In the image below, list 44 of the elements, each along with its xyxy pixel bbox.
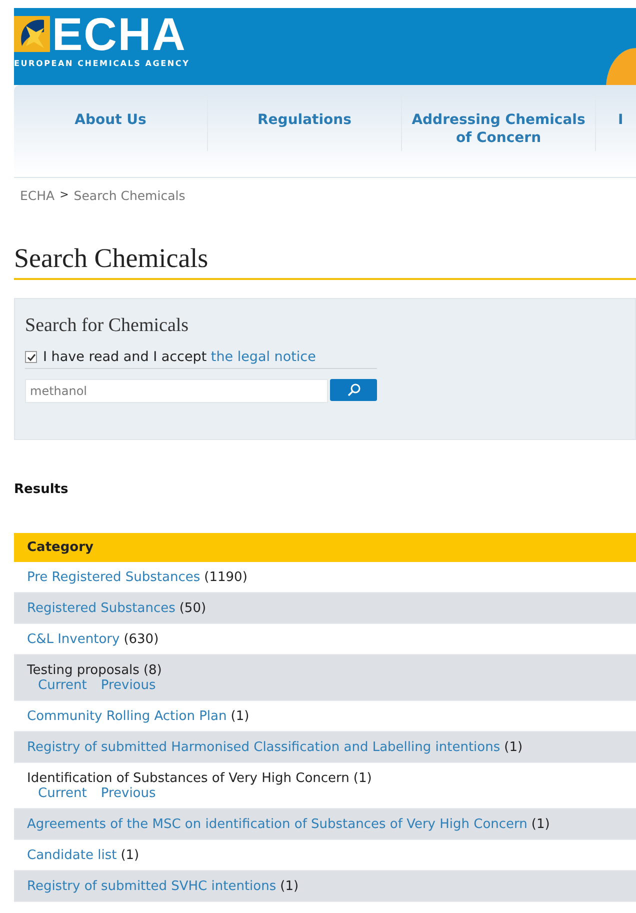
logo-text[interactable]: ECHA xyxy=(52,12,186,56)
breadcrumb-link[interactable]: ECHA xyxy=(20,188,55,203)
page-title: Search Chemicals xyxy=(14,243,636,280)
category-link[interactable]: Candidate list xyxy=(27,848,117,862)
nav-link[interactable]: About Us xyxy=(14,95,208,151)
result-count: (1) xyxy=(504,740,523,754)
category-name: Testing proposals xyxy=(27,662,140,678)
search-button[interactable] xyxy=(330,379,377,401)
category-link[interactable]: Community Rolling Action Plan xyxy=(27,708,227,724)
category-link[interactable]: Pre Registered Substances xyxy=(27,570,200,584)
result-count: (50) xyxy=(179,600,206,616)
result-count: (1) xyxy=(353,770,372,786)
sub-link[interactable]: Current xyxy=(38,786,87,800)
logo-icon xyxy=(14,16,50,52)
result-count: (1) xyxy=(120,848,140,862)
nav-link[interactable]: Addressing Chemicals of Concern xyxy=(402,95,596,151)
results-heading: Results xyxy=(14,482,70,497)
category-link[interactable]: Registry of submitted SVHC intentions xyxy=(27,878,276,894)
category-link[interactable]: Agreements of the MSC on identification of Substances of Very High Concern xyxy=(27,816,528,832)
breadcrumb-link[interactable]: Search Chemicals xyxy=(74,188,186,203)
accept-label: I have read and I accept the legal notice xyxy=(43,349,316,365)
sub-link[interactable]: Previous xyxy=(100,678,156,692)
sub-link[interactable]: Current xyxy=(38,678,87,692)
result-count: (1) xyxy=(280,878,299,894)
category-link[interactable]: Registered Substances xyxy=(27,600,176,616)
breadcrumb-separator: > xyxy=(60,188,69,203)
panel-title: Search for Chemicals xyxy=(25,315,190,337)
column-header: Category xyxy=(14,533,636,562)
legal-notice-link[interactable]: the legal notice xyxy=(210,349,316,365)
nav-link[interactable]: Regulations xyxy=(208,95,402,151)
logo-subtitle: EUROPEAN CHEMICALS AGENCY xyxy=(14,59,190,68)
sub-link[interactable]: Previous xyxy=(100,786,156,800)
result-count: (1) xyxy=(531,816,550,832)
accept-checkbox[interactable] xyxy=(25,351,37,363)
category-name: Identification of Substances of Very High Concern xyxy=(27,770,350,786)
category-link[interactable]: C&L Inventory xyxy=(27,632,120,646)
result-count: (630) xyxy=(124,632,159,646)
result-count: (1190) xyxy=(204,570,248,584)
search-field[interactable]: methanol xyxy=(25,379,328,403)
result-count: (1) xyxy=(230,708,250,724)
search-icon xyxy=(346,383,360,397)
category-link[interactable]: Registry of submitted Harmonised Classification and Labelling intentions xyxy=(27,740,500,754)
result-count: (8) xyxy=(143,662,162,678)
nav-link[interactable]: I xyxy=(596,95,636,151)
